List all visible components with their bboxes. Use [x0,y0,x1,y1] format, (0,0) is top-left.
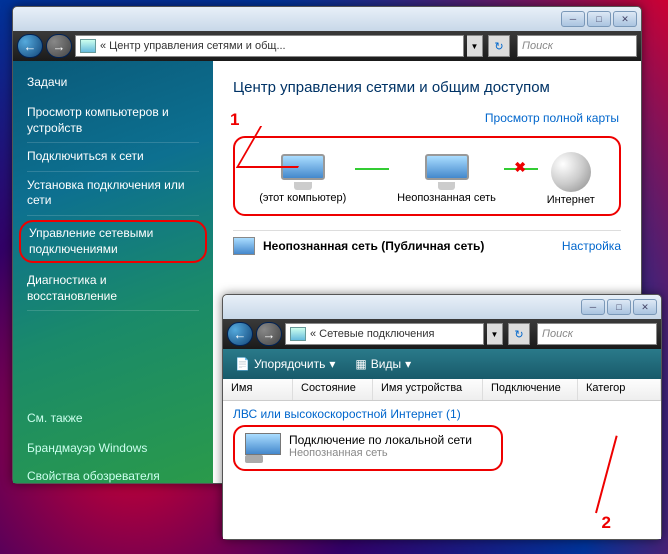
address-dropdown[interactable]: ▼ [487,323,503,345]
column-headers: Имя Состояние Имя устройства Подключение… [223,379,661,401]
address-bar[interactable]: « Центр управления сетями и общ... [75,35,464,57]
sidebar-link-connect[interactable]: Подключиться к сети [27,143,199,172]
view-full-map-link[interactable]: Просмотр полной карты [485,111,619,125]
titlebar: ─ □ ✕ [223,295,661,319]
sidebar-heading: Задачи [27,75,199,89]
sidebar-link-setup[interactable]: Установка подключения или сети [27,172,199,216]
address-bar[interactable]: « Сетевые подключения [285,323,484,345]
col-device[interactable]: Имя устройства [373,379,483,400]
back-button[interactable]: ← [17,34,43,58]
refresh-button[interactable]: ↻ [508,323,530,345]
nav-bar: ← → « Сетевые подключения ▼ ↻ Поиск [223,319,661,349]
network-icon [290,327,306,341]
minimize-button[interactable]: ─ [561,11,585,27]
address-dropdown[interactable]: ▼ [467,35,483,57]
item-name: Подключение по локальной сети [289,433,472,447]
maximize-button[interactable]: □ [587,11,611,27]
annotation-2: 2 [602,513,611,533]
item-text: Подключение по локальной сети Неопознанн… [289,433,472,459]
see-also-heading: См. также [27,411,199,425]
sidebar-link-firewall[interactable]: Брандмауэр Windows [27,435,199,463]
organize-button[interactable]: 📄 Упорядочить ▾ [229,354,341,374]
sidebar-link-manage-connections[interactable]: Управление сетевыми подключениями [19,220,207,263]
annotation-1: 1 [230,110,239,130]
refresh-button[interactable]: ↻ [488,35,510,57]
sidebar-link-diagnose[interactable]: Диагностика и восстановление [27,267,199,311]
sidebar-see-also: См. также Брандмауэр Windows Свойства об… [27,411,199,490]
close-button[interactable]: ✕ [613,11,637,27]
col-connection[interactable]: Подключение [483,379,578,400]
adapter-icon [245,433,281,463]
sidebar-link-browser-props[interactable]: Свойства обозревателя [27,463,199,491]
forward-button[interactable]: → [46,34,72,58]
col-category[interactable]: Категор [578,379,661,400]
views-button[interactable]: ▦ Виды ▾ [349,354,417,374]
list-item-lan[interactable]: Подключение по локальной сети Неопознанн… [233,425,503,471]
configure-link[interactable]: Настройка [562,239,621,253]
minimize-button[interactable]: ─ [581,299,605,315]
network-icon [233,237,255,255]
breadcrumb-text: « Сетевые подключения [310,328,434,340]
maximize-button[interactable]: □ [607,299,631,315]
sidebar: Задачи Просмотр компьютеров и устройств … [13,61,213,483]
monitor-icon [425,154,469,190]
node-unidentified-network: Неопознанная сеть [397,154,496,204]
page-title: Центр управления сетями и общим доступом [233,79,621,96]
sidebar-link-view-computers[interactable]: Просмотр компьютеров и устройств [27,99,199,143]
search-input[interactable]: Поиск [517,35,637,57]
nav-bar: ← → « Центр управления сетями и общ... ▼… [13,31,641,61]
breadcrumb-text: « Центр управления сетями и общ... [100,40,286,52]
network-connections-window: ─ □ ✕ ← → « Сетевые подключения ▼ ↻ Поис… [222,294,662,540]
connection-broken [504,168,538,170]
item-status: Неопознанная сеть [289,447,472,459]
close-button[interactable]: ✕ [633,299,657,315]
node-internet: Интернет [547,152,595,206]
col-state[interactable]: Состояние [293,379,373,400]
titlebar: ─ □ ✕ [13,7,641,31]
group-header[interactable]: ЛВС или высокоскоростной Интернет (1) [233,407,651,421]
globe-icon [551,152,591,192]
search-input[interactable]: Поиск [537,323,657,345]
forward-button[interactable]: → [256,322,282,346]
connection-line [355,168,389,170]
network-name: Неопознанная сеть (Публичная сеть) [263,239,484,253]
col-name[interactable]: Имя [223,379,293,400]
network-row: Неопознанная сеть (Публичная сеть) Настр… [233,230,621,261]
back-button[interactable]: ← [227,322,253,346]
toolbar: 📄 Упорядочить ▾ ▦ Виды ▾ [223,349,661,379]
list-area: ЛВС или высокоскоростной Интернет (1) По… [223,401,661,539]
control-panel-icon [80,39,96,53]
